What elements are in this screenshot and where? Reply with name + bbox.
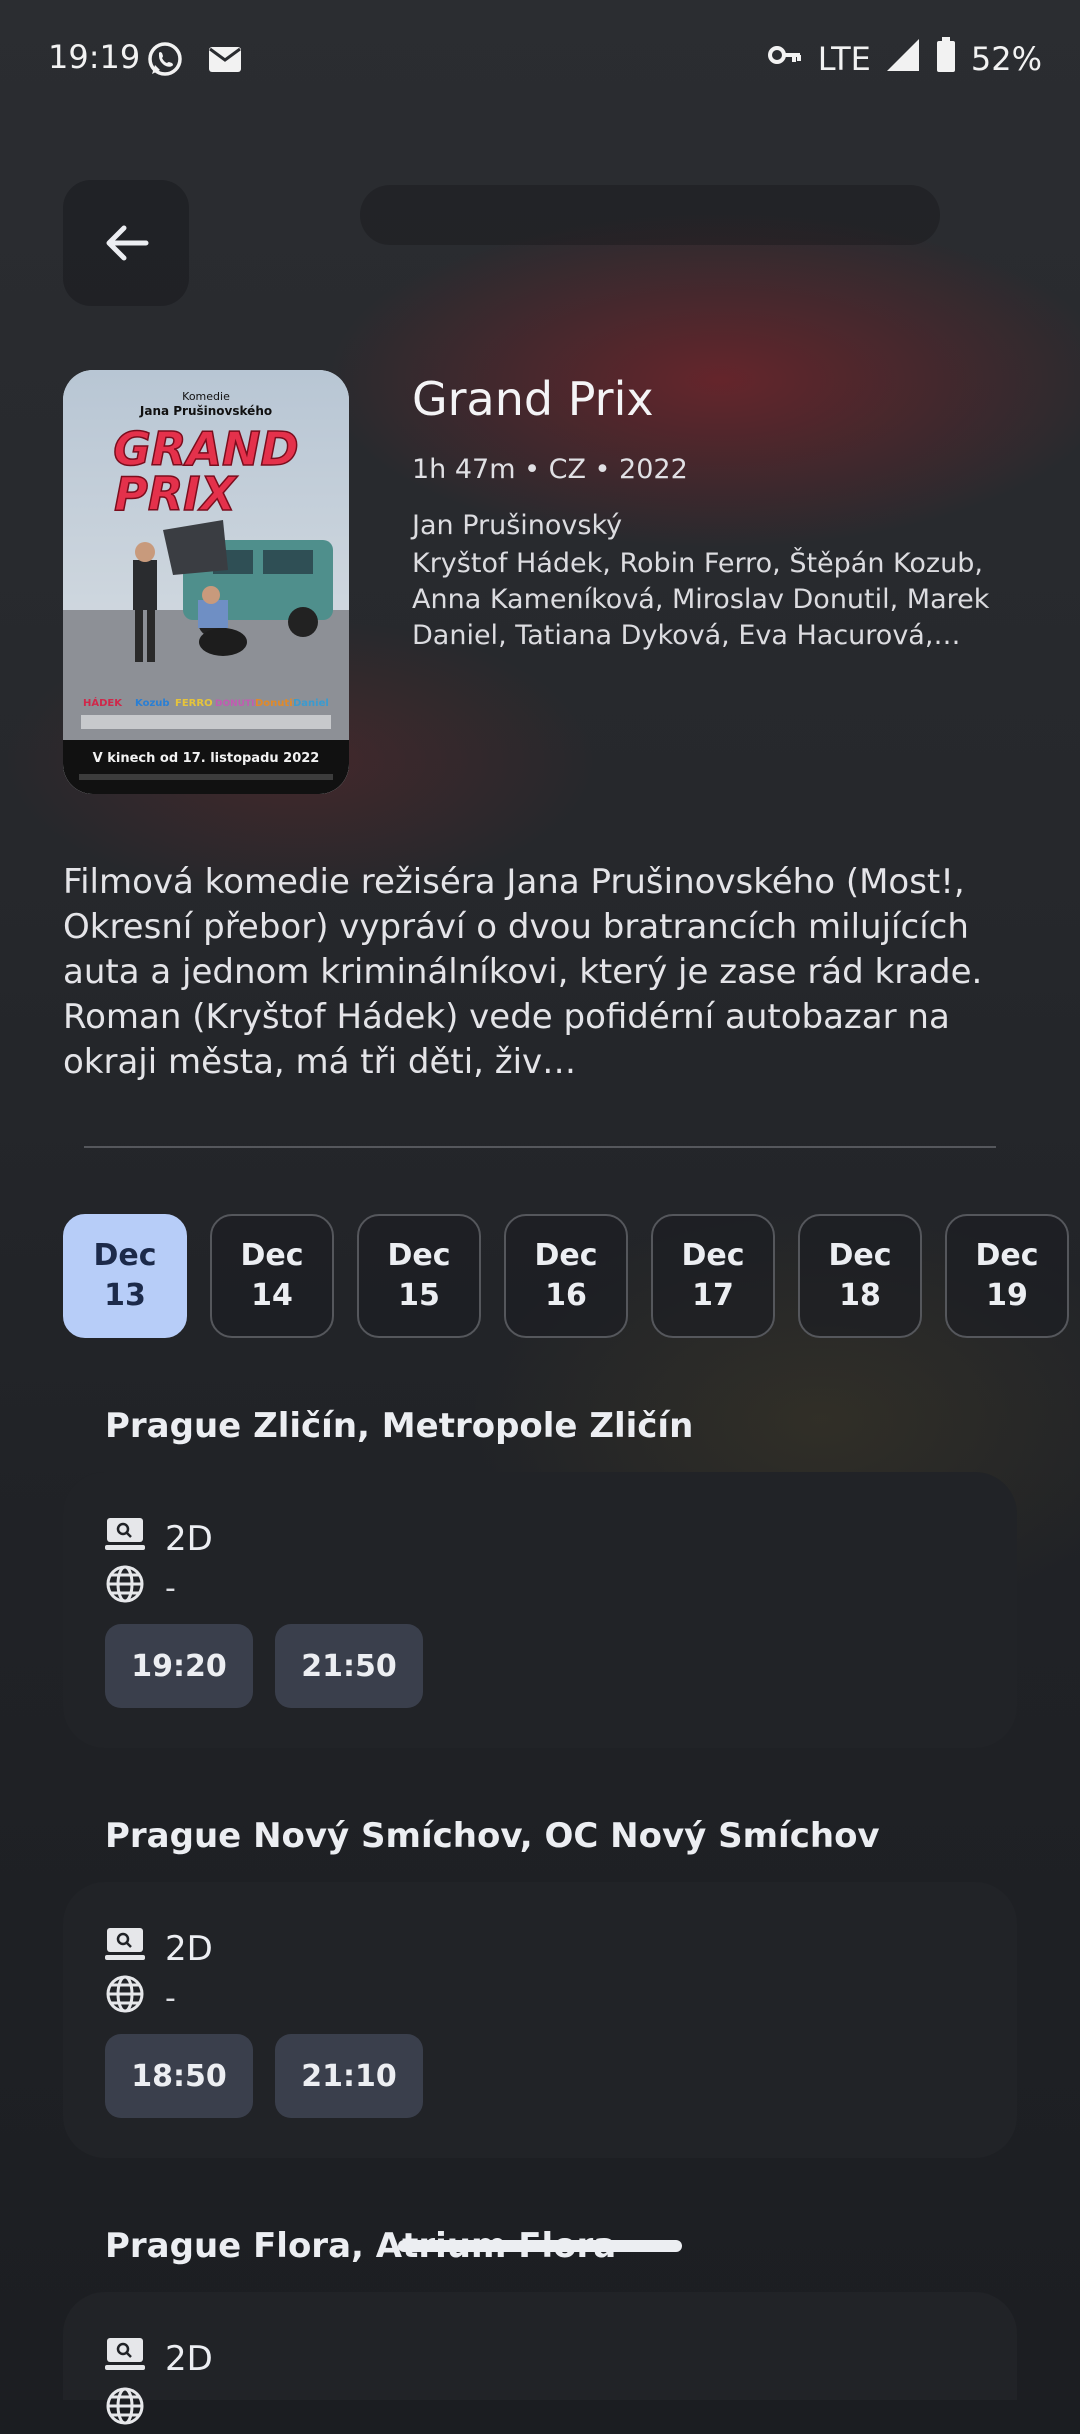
home-indicator[interactable]	[398, 2240, 682, 2252]
back-button[interactable]	[63, 180, 189, 306]
date-chip-dec-18[interactable]: Dec 18	[798, 1214, 922, 1338]
date-day: 13	[104, 1278, 146, 1313]
status-bar: 19:19 LTE 52%	[0, 0, 1080, 118]
showtime-card: 2D - 19:20 21:50	[63, 1472, 1017, 1748]
svg-text:Jana Prušinovského: Jana Prušinovského	[139, 404, 272, 418]
globe-icon	[105, 1564, 145, 1612]
svg-text:Kozub: Kozub	[135, 698, 170, 709]
battery-icon	[935, 36, 957, 82]
date-day: 19	[986, 1278, 1028, 1313]
cinema-name: Prague Zličín, Metropole Zličín	[105, 1406, 694, 1446]
date-day: 17	[692, 1278, 734, 1313]
language-label: -	[165, 1570, 176, 1606]
blurred-backdrop-shape	[360, 185, 940, 245]
showtime-button[interactable]: 18:50	[105, 2034, 253, 2118]
network-type: LTE	[817, 40, 871, 78]
date-chip-dec-14[interactable]: Dec 14	[210, 1214, 334, 1338]
date-day: 14	[251, 1278, 293, 1313]
signal-icon	[885, 37, 921, 81]
whatsapp-icon	[146, 40, 184, 78]
date-month: Dec	[975, 1238, 1039, 1273]
globe-icon	[105, 2386, 145, 2434]
svg-text:Daniel: Daniel	[293, 698, 329, 709]
date-day: 18	[839, 1278, 881, 1313]
svg-text:Komedie: Komedie	[182, 390, 230, 403]
date-month: Dec	[681, 1238, 745, 1273]
projection-format-icon	[105, 1926, 145, 1971]
movie-title: Grand Prix	[412, 372, 654, 426]
svg-text:PRIX: PRIX	[114, 467, 238, 521]
movie-description[interactable]: Filmová komedie režiséra Jana Prušinovsk…	[63, 860, 1033, 1085]
projection-format-icon	[105, 2336, 145, 2381]
status-time: 19:19	[48, 38, 141, 76]
showtime-button[interactable]: 19:20	[105, 1624, 253, 1708]
showtime-card: 2D	[63, 2292, 1017, 2425]
divider	[84, 1146, 996, 1148]
showtime-button[interactable]: 21:10	[275, 2034, 423, 2118]
format-label: 2D	[165, 2338, 213, 2379]
movie-director: Jan Prušinovský	[412, 510, 623, 541]
vpn-key-icon	[766, 36, 804, 82]
movie-meta: 1h 47m • CZ • 2022	[412, 454, 688, 485]
date-month: Dec	[240, 1238, 304, 1273]
movie-poster: Komedie Jana Prušinovského GRAND PRIX HÁ…	[63, 370, 349, 794]
date-chip-dec-19[interactable]: Dec 19	[945, 1214, 1069, 1338]
format-label: 2D	[165, 1928, 213, 1969]
globe-icon	[105, 1974, 145, 2022]
showtime-button[interactable]: 21:50	[275, 1624, 423, 1708]
svg-text:V kinech od 17. listopadu 2022: V kinech od 17. listopadu 2022	[93, 751, 320, 766]
language-label: -	[165, 1980, 176, 2016]
svg-text:DONUTIL: DONUTIL	[215, 699, 260, 709]
date-chip-dec-17[interactable]: Dec 17	[651, 1214, 775, 1338]
battery-percent: 52%	[970, 40, 1042, 78]
arrow-back-icon	[106, 225, 149, 261]
projection-format-icon	[105, 1516, 145, 1561]
showtime-card: 2D - 18:50 21:10	[63, 1882, 1017, 2158]
svg-text:FERRO: FERRO	[175, 698, 213, 709]
movie-cast: Kryštof Hádek, Robin Ferro, Štěpán Kozub…	[412, 548, 990, 651]
date-day: 15	[398, 1278, 440, 1313]
svg-text:Donutil: Donutil	[255, 698, 296, 709]
date-selector: Dec 13 Dec 14 Dec 15 Dec 16 Dec 17 Dec 1…	[63, 1214, 1080, 1338]
date-chip-dec-15[interactable]: Dec 15	[357, 1214, 481, 1338]
date-month: Dec	[93, 1238, 157, 1273]
date-month: Dec	[387, 1238, 451, 1273]
date-chip-dec-13[interactable]: Dec 13	[63, 1214, 187, 1338]
date-month: Dec	[828, 1238, 892, 1273]
date-chip-dec-16[interactable]: Dec 16	[504, 1214, 628, 1338]
format-label: 2D	[165, 1518, 213, 1559]
date-month: Dec	[534, 1238, 598, 1273]
date-day: 16	[545, 1278, 587, 1313]
cinema-name: Prague Nový Smíchov, OC Nový Smíchov	[105, 1816, 880, 1856]
svg-text:HÁDEK: HÁDEK	[83, 696, 123, 709]
mail-icon	[206, 40, 244, 78]
